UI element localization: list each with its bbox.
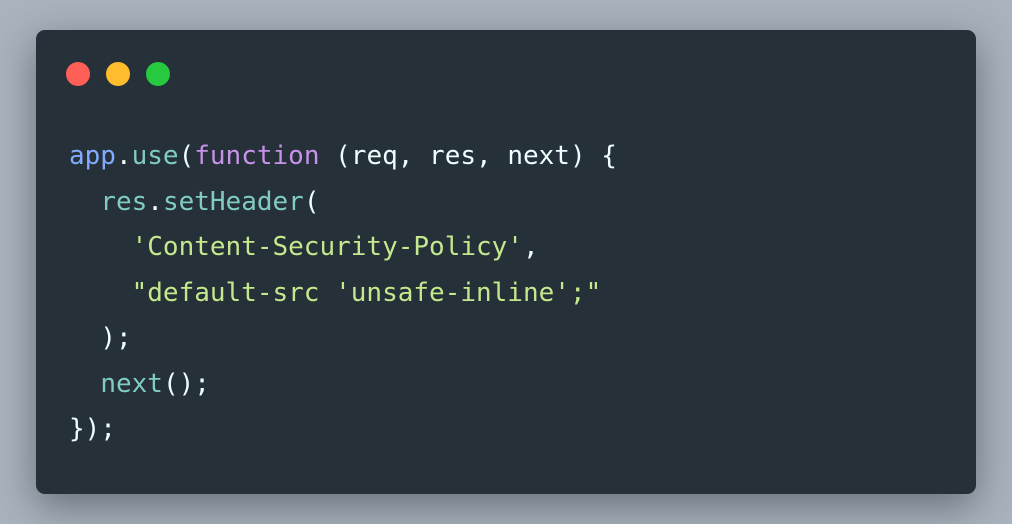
close-dot-icon[interactable] bbox=[66, 62, 90, 86]
token-paren: ( bbox=[178, 141, 195, 171]
minimize-dot-icon[interactable] bbox=[106, 62, 130, 86]
token-paren: ( bbox=[303, 186, 320, 217]
token-close: ); bbox=[100, 323, 132, 353]
token-string: "default-src 'unsafe-inline';" bbox=[131, 277, 602, 308]
token-dot: . bbox=[115, 141, 132, 171]
token-object: app bbox=[69, 141, 116, 171]
code-line-3: 'Content-Security-Policy', bbox=[69, 225, 617, 271]
window-controls bbox=[66, 62, 170, 86]
code-line-6: next(); bbox=[69, 362, 617, 408]
token-comma: , bbox=[522, 232, 539, 262]
code-line-7: }); bbox=[69, 407, 617, 453]
code-window: app.use(function (req, res, next) { res.… bbox=[36, 30, 976, 494]
code-line-5: ); bbox=[69, 316, 617, 362]
token-method: use bbox=[131, 141, 179, 171]
code-block: app.use(function (req, res, next) { res.… bbox=[69, 134, 617, 453]
code-line-2: res.setHeader( bbox=[69, 180, 617, 226]
token-method: setHeader bbox=[162, 186, 304, 217]
token-params: (req, res, next) { bbox=[319, 141, 617, 171]
token-keyword: function bbox=[194, 141, 320, 171]
token-string: 'Content-Security-Policy' bbox=[131, 232, 523, 262]
code-line-1: app.use(function (req, res, next) { bbox=[69, 134, 617, 180]
token-close: }); bbox=[69, 414, 116, 444]
token-call: next bbox=[100, 368, 163, 399]
token-object: res bbox=[100, 186, 148, 217]
maximize-dot-icon[interactable] bbox=[146, 62, 170, 86]
code-line-4: "default-src 'unsafe-inline';" bbox=[69, 271, 617, 317]
token-dot: . bbox=[147, 186, 163, 217]
token-args: (); bbox=[162, 368, 210, 399]
